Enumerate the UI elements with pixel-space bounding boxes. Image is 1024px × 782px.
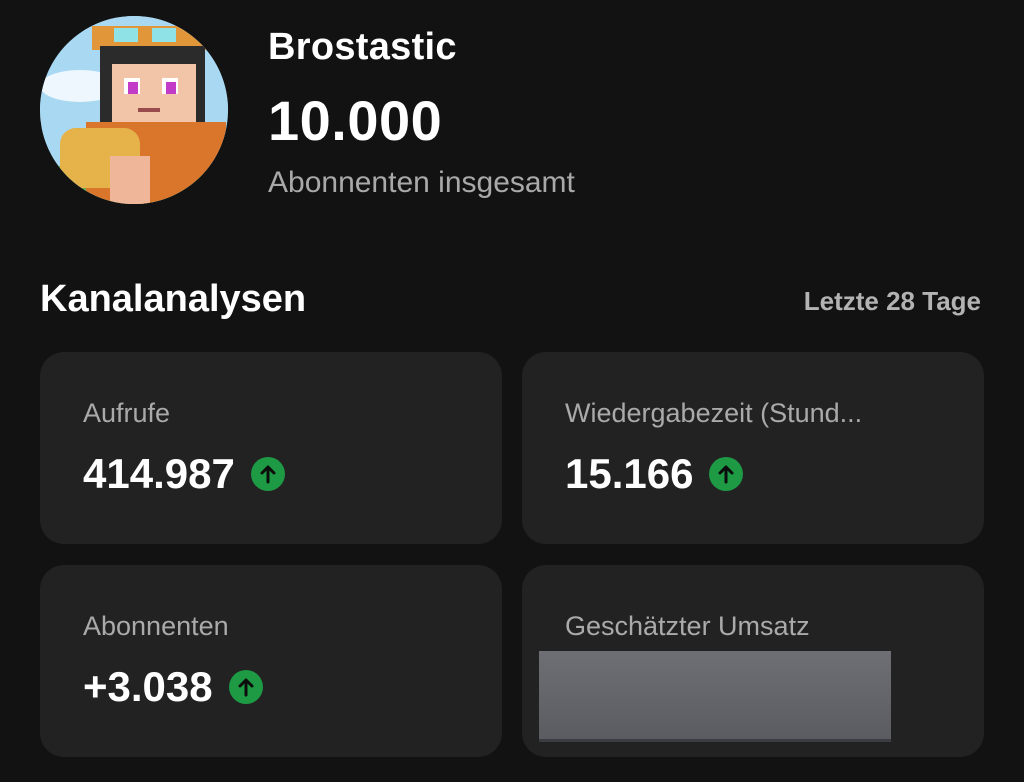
subscriber-count: 10.000 <box>268 89 443 152</box>
card-value-row: 414.987 <box>83 450 285 498</box>
analytics-card-watch-time[interactable]: Wiedergabezeit (Stund... 15.166 <box>522 352 984 544</box>
card-label: Abonnenten <box>83 611 229 641</box>
card-value-row: 15.166 <box>565 450 744 498</box>
analytics-section-title: Kanalanalysen <box>40 278 307 320</box>
analytics-card-revenue[interactable]: Geschätzter Umsatz <box>522 565 984 757</box>
arrow-up-circle-icon <box>709 457 744 491</box>
period-selector[interactable]: Letzte 28 Tage <box>804 286 981 317</box>
card-value-row: +3.038 <box>83 663 263 711</box>
channel-name: Brostastic <box>268 26 457 68</box>
card-value: 414.987 <box>83 450 235 497</box>
analytics-card-views[interactable]: Aufrufe 414.987 <box>40 352 502 544</box>
card-label: Geschätzter Umsatz <box>565 611 810 641</box>
avatar-image <box>40 16 228 204</box>
card-value: 15.166 <box>565 450 694 497</box>
analytics-card-subscribers[interactable]: Abonnenten +3.038 <box>40 565 502 757</box>
redacted-value <box>539 651 891 742</box>
card-label: Wiedergabezeit (Stund... <box>565 398 863 428</box>
arrow-up-circle-icon <box>250 457 285 491</box>
channel-avatar[interactable] <box>40 16 228 204</box>
arrow-up-circle-icon <box>228 670 263 704</box>
subscriber-count-label: Abonnenten insgesamt <box>268 166 575 199</box>
card-label: Aufrufe <box>83 398 171 428</box>
card-value: +3.038 <box>83 663 213 710</box>
